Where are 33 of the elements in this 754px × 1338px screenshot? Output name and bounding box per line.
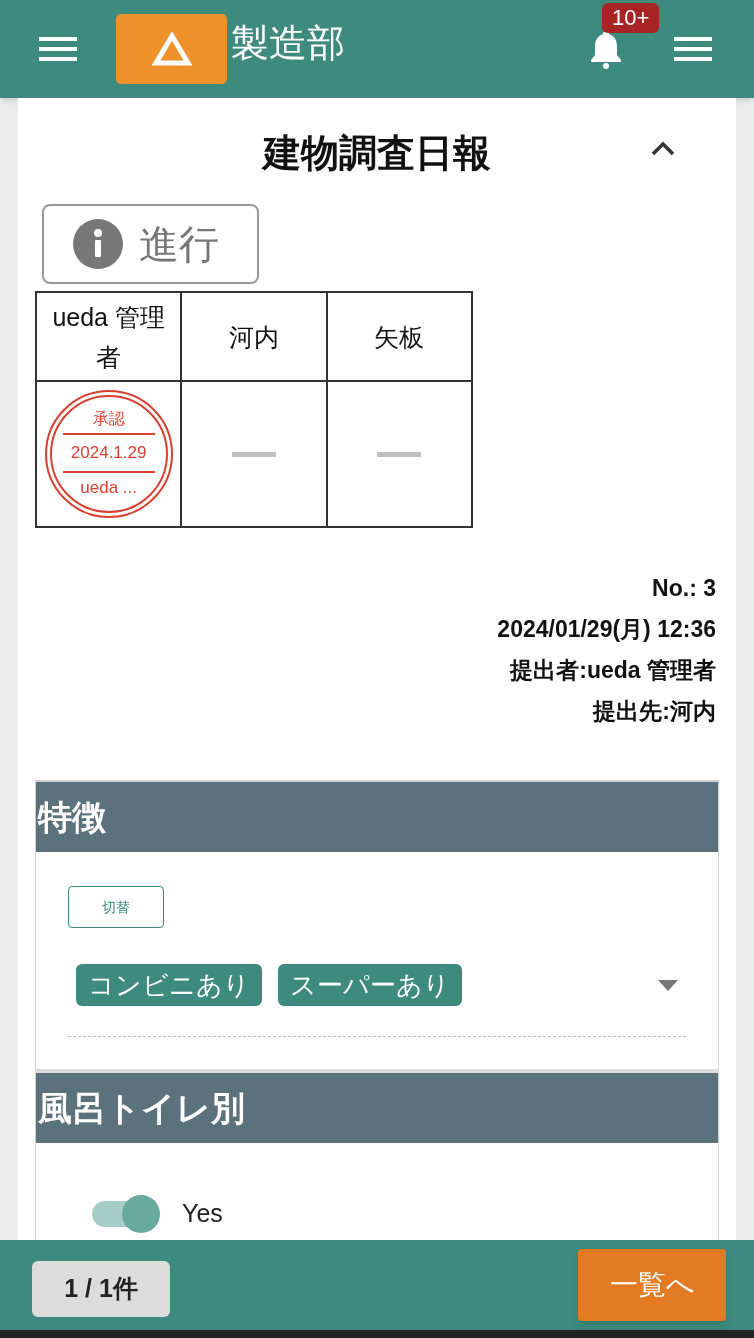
stamp-date: 2024.1.29 [62,433,155,473]
approver-cell: 河内 [182,293,326,382]
report-meta: 提出者:ueda 管理者 [510,656,716,685]
dropdown-caret-icon[interactable] [658,979,678,991]
tag: コンビニあり [76,964,262,1006]
toggle-switch[interactable] [92,1196,160,1231]
report-meta: No.: 3 [652,574,716,603]
stamp-signer: ueda ... [80,477,137,499]
empty-dash [232,451,276,457]
logo[interactable] [116,14,227,84]
triangle-icon [151,32,192,66]
info-icon [73,219,123,269]
section-title: 特徴 [38,800,106,834]
chevron-up-icon[interactable] [651,140,675,156]
pager-count: 1 / 1件 [32,1261,170,1317]
status-button[interactable]: 進行 [42,204,259,284]
approver-cell: ueda 管理者 [37,293,181,382]
report-meta: 2024/01/29(月) 12:36 [497,615,716,644]
menu-icon[interactable] [674,36,712,62]
report-meta: 提出先:河内 [593,697,716,726]
notification-badge: 10+ [602,3,660,33]
page-title: 製造部 [231,20,345,66]
section-title: 風呂トイレ別 [38,1091,245,1125]
report-title: 建物調査日報 [263,130,491,176]
list-button[interactable]: 一覧へ [578,1249,726,1321]
empty-dash [377,451,422,457]
switch-label: Yes [182,1198,223,1229]
bell-icon[interactable] [588,29,624,69]
tag: スーパーあり [278,964,462,1006]
toggle-button[interactable]: 切替 [68,886,164,928]
menu-icon[interactable] [39,36,77,62]
stamp-label: 承認 [92,409,125,429]
approver-cell: 矢板 [327,293,471,382]
